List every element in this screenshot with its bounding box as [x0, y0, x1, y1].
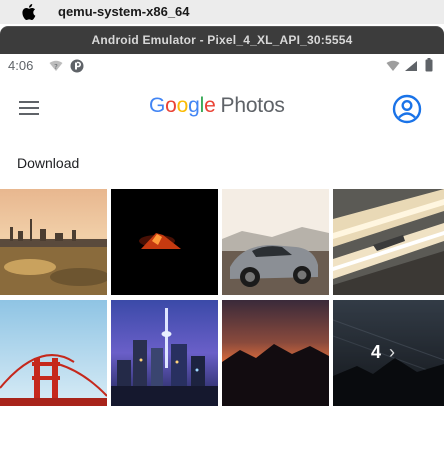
photo-thumbnail[interactable] [0, 300, 107, 406]
apple-logo-icon[interactable] [22, 4, 36, 20]
menubar-app-name[interactable]: qemu-system-x86_64 [58, 4, 190, 19]
photo-thumbnail[interactable] [0, 189, 107, 295]
sports-car-image [222, 189, 329, 295]
wifi-off-icon: ? [49, 60, 63, 71]
photo-thumbnail[interactable] [222, 189, 329, 295]
google-photos-logo: Google Photos [149, 94, 285, 117]
photo-thumbnail[interactable] [111, 189, 218, 295]
window-title: Android Emulator - Pixel_4_XL_API_30:555… [91, 33, 353, 47]
data-saver-icon [70, 59, 84, 73]
status-time: 4:06 [8, 58, 34, 73]
photo-thumbnail[interactable] [222, 300, 329, 406]
android-status-bar: 4:06 ? [0, 54, 444, 78]
svg-text:?: ? [54, 63, 58, 71]
skyline-sunset-image [0, 189, 107, 295]
photo-thumbnail-more[interactable]: 4 › [333, 300, 444, 406]
emulator-title-bar[interactable]: Android Emulator - Pixel_4_XL_API_30:555… [0, 26, 444, 54]
photo-thumbnail[interactable] [333, 189, 444, 295]
hamburger-menu-icon[interactable] [14, 94, 44, 122]
account-circle-icon[interactable] [392, 94, 422, 124]
light-trails-image [333, 189, 444, 295]
photos-app-bar: Google Photos [0, 78, 444, 138]
red-bridge-image [0, 300, 107, 406]
cell-signal-icon [405, 61, 417, 71]
battery-icon [425, 58, 433, 72]
more-photos-count: 4 [371, 342, 382, 362]
wifi-signal-icon [386, 60, 400, 71]
section-title-download: Download [17, 155, 80, 171]
mountain-sunset-image [222, 300, 329, 406]
chevron-right-icon: › [389, 342, 395, 362]
volcano-image [111, 189, 218, 295]
photo-thumbnail[interactable] [111, 300, 218, 406]
mac-menubar: qemu-system-x86_64 [0, 0, 444, 24]
city-night-image [111, 300, 218, 406]
